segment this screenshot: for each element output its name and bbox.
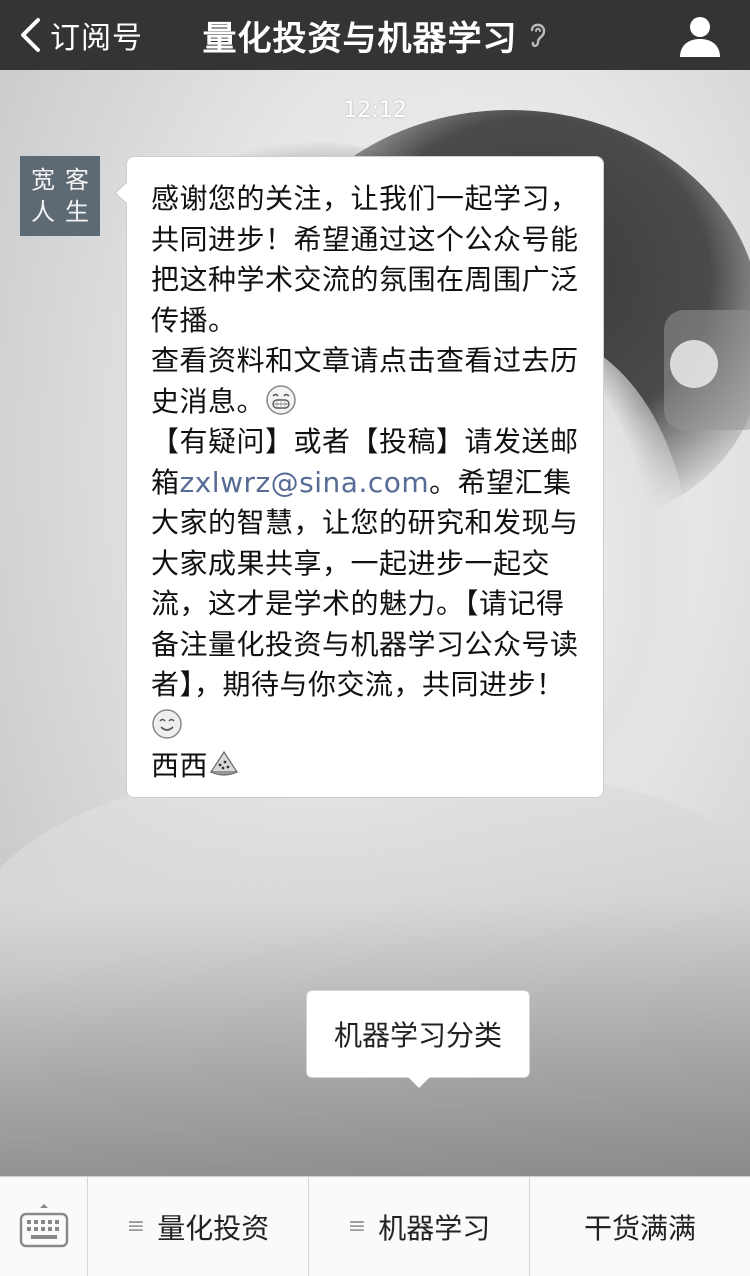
- submenu-arrow: [408, 1077, 430, 1088]
- menu-item-label: 量化投资: [157, 1211, 270, 1245]
- assistive-touch-button[interactable]: [664, 310, 750, 430]
- bottom-menu-bar: ≡ 量化投资 ≡ 机器学习 干货满满: [0, 1176, 750, 1276]
- message-timestamp: 12:12: [343, 98, 407, 123]
- navigation-bar: 订阅号 量化投资与机器学习: [0, 0, 750, 70]
- avatar-char: 人: [31, 198, 55, 226]
- back-button[interactable]: 订阅号: [18, 0, 143, 70]
- message-text: 。希望汇集大家的智慧，让您的研究和发现与大家成果共享，一起进步一起交流，这才是学…: [151, 465, 579, 702]
- page-title: 量化投资与机器学习: [202, 18, 518, 59]
- watermelon-emoji-icon: [209, 750, 239, 776]
- keyboard-icon: [19, 1203, 68, 1247]
- profile-icon[interactable]: [678, 14, 722, 58]
- menu-item-quant-investing[interactable]: ≡ 量化投资: [88, 1177, 309, 1276]
- grin-emoji-icon: [266, 384, 296, 415]
- menu-item-label: 机器学习: [378, 1211, 491, 1245]
- chevron-left-icon: [21, 18, 40, 52]
- email-link[interactable]: zxlwrz@sina.com: [180, 466, 430, 499]
- menu-item-machine-learning[interactable]: ≡ 机器学习: [309, 1177, 530, 1276]
- avatar[interactable]: 宽 客 人 生: [20, 156, 100, 236]
- keyboard-toggle-button[interactable]: [0, 1177, 88, 1276]
- smile-emoji-icon: [152, 708, 182, 739]
- avatar-char: 生: [65, 198, 89, 226]
- message-text: 西西: [151, 749, 209, 782]
- submenu-popup-item[interactable]: 机器学习分类: [306, 990, 530, 1078]
- message-text: 查看资料和文章请点击查看过去历史消息。: [151, 344, 579, 418]
- back-label: 订阅号: [50, 21, 143, 56]
- menu-item-dry-goods[interactable]: 干货满满: [530, 1177, 750, 1276]
- avatar-char: 客: [65, 166, 89, 194]
- menu-lines-icon: ≡: [126, 1214, 146, 1239]
- message-text: 感谢您的关注，让我们一起学习，共同进步！希望通过这个公众号能把这种学术交流的氛围…: [151, 182, 579, 337]
- menu-lines-icon: ≡: [347, 1214, 367, 1239]
- avatar-char: 宽: [31, 166, 55, 194]
- message-bubble[interactable]: 感谢您的关注，让我们一起学习，共同进步！希望通过这个公众号能把这种学术交流的氛围…: [114, 156, 604, 798]
- ear-icon: [530, 23, 545, 48]
- menu-item-label: 干货满满: [583, 1211, 696, 1245]
